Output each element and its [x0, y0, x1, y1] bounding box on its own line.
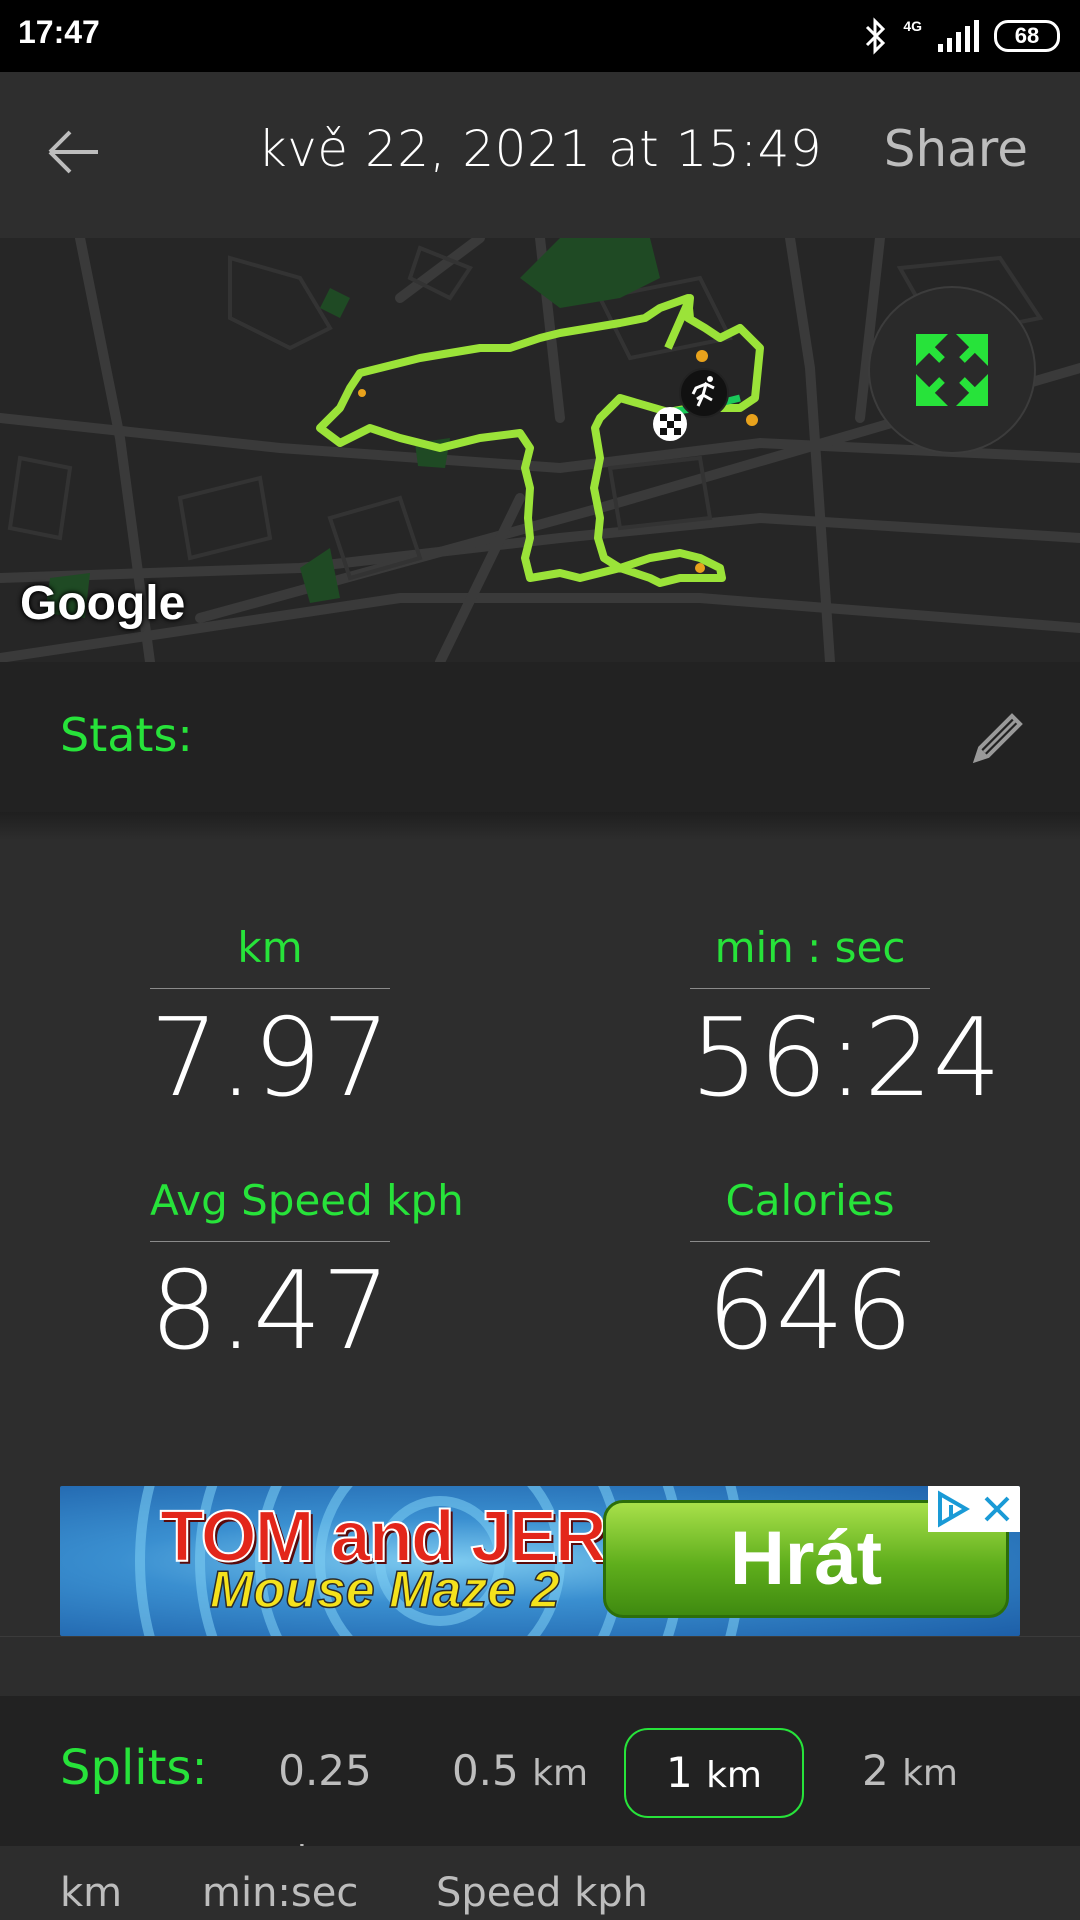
- pencil-icon[interactable]: [968, 708, 1028, 768]
- top-app-bar: kvě 22, 2021 at 15:49 Share: [0, 72, 1080, 238]
- column-header-km: km: [60, 1870, 123, 1916]
- stat-avg-speed: Avg Speed kph 8.47: [150, 1173, 464, 1382]
- stat-value: 56:24: [690, 996, 1002, 1121]
- stat-value: 8.47: [150, 1249, 391, 1374]
- stats-heading: Stats:: [60, 708, 193, 762]
- ad-banner[interactable]: TOM and JERRY Mouse Maze 2 Hrát: [60, 1486, 1020, 1636]
- splits-selector: Splits: 0.25 km 0.5 km 1 km 2 km: [0, 1696, 1080, 1880]
- status-time: 17:47: [18, 14, 100, 50]
- split-option-2km[interactable]: 2 km: [840, 1728, 980, 1814]
- route-map[interactable]: Google: [0, 238, 1080, 662]
- bluetooth-icon: [866, 17, 886, 55]
- stats-header: Stats:: [0, 662, 1080, 812]
- column-header-speed: Speed kph: [436, 1870, 649, 1916]
- split-value: 0.25: [278, 1746, 372, 1795]
- status-icons: 4G 68: [863, 14, 1060, 58]
- ad-subtitle: Mouse Maze 2: [209, 1560, 560, 1620]
- stat-duration: min : sec 56:24: [690, 920, 1002, 1129]
- stat-value: 7.97: [150, 996, 391, 1121]
- ad-choices[interactable]: [928, 1486, 1020, 1532]
- split-option-0-25km[interactable]: 0.25 km: [245, 1728, 405, 1880]
- share-button[interactable]: Share: [884, 120, 1028, 178]
- column-header-time: min:sec: [202, 1870, 359, 1916]
- runner-marker-icon: [679, 368, 729, 418]
- fullscreen-button[interactable]: [868, 286, 1036, 454]
- google-logo: Google: [20, 577, 186, 630]
- split-unit: km: [532, 1753, 589, 1794]
- split-option-1km[interactable]: 1 km: [624, 1728, 804, 1818]
- split-option-0-5km[interactable]: 0.5 km: [450, 1728, 590, 1814]
- status-bar: 17:47 4G 68: [0, 0, 1080, 72]
- finish-flag-icon: [653, 407, 687, 441]
- stat-distance: km 7.97: [150, 920, 390, 1129]
- stat-label: Avg Speed kph: [150, 1173, 464, 1242]
- split-value: 0.5: [451, 1746, 519, 1795]
- signal-icon: [938, 20, 979, 52]
- network-type: 4G: [903, 18, 922, 34]
- splits-table-header: km min:sec Speed kph: [0, 1846, 1080, 1920]
- expand-icon: [916, 334, 988, 406]
- close-icon[interactable]: [974, 1486, 1020, 1532]
- stat-label: km: [150, 920, 390, 989]
- stat-value: 646: [706, 1249, 914, 1374]
- split-value: 2: [861, 1746, 889, 1795]
- section-shadow: [0, 812, 1080, 840]
- stat-calories: Calories 646: [690, 1173, 930, 1382]
- split-unit: km: [902, 1753, 958, 1794]
- splits-heading: Splits:: [60, 1740, 208, 1796]
- section-divider: [0, 1636, 1080, 1697]
- battery-icon: 68: [994, 20, 1060, 52]
- split-unit: km: [706, 1755, 762, 1796]
- adchoices-icon[interactable]: [930, 1486, 976, 1532]
- stat-label: min : sec: [690, 920, 930, 989]
- stat-label: Calories: [690, 1173, 930, 1242]
- split-value: 1: [665, 1748, 693, 1797]
